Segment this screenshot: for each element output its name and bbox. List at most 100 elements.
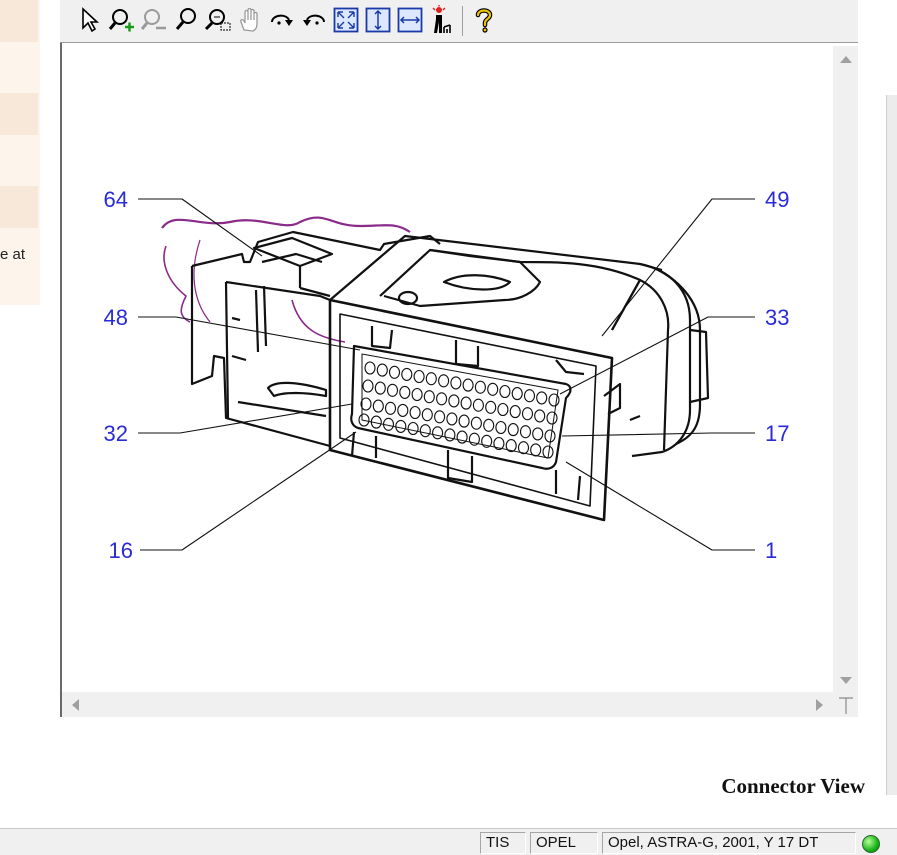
left-panel-text: e at [0, 246, 26, 263]
connector-pin [411, 387, 423, 402]
connector-pin [421, 408, 433, 422]
connector-pin [436, 392, 448, 406]
connector-pin [470, 416, 482, 430]
connector-pin [458, 414, 470, 428]
drawing-caption: Connector View [721, 774, 865, 798]
rotate-counterclockwise-icon[interactable] [300, 4, 328, 36]
connector-pin [460, 396, 472, 410]
connector-pin [399, 385, 411, 399]
connector-pin [448, 394, 460, 408]
fit-height-icon[interactable] [364, 4, 392, 36]
connector-pin [395, 419, 407, 433]
help-icon[interactable] [470, 4, 498, 36]
left-panel-row [0, 93, 38, 135]
connector-pin [438, 374, 450, 388]
connector-pin [534, 409, 546, 423]
status-led-icon [862, 835, 880, 853]
connector-pin [511, 387, 523, 401]
status-cell-make: OPEL [530, 832, 598, 854]
scrollbar-corner [833, 694, 858, 717]
scroll-right-icon[interactable] [811, 695, 829, 714]
scroll-up-icon[interactable] [836, 50, 855, 68]
viewer-toolbar [60, 0, 858, 43]
status-cell-system: TIS [480, 832, 526, 854]
connector-pin [521, 407, 534, 421]
connector-pin [419, 424, 431, 438]
connector-pin [456, 430, 468, 444]
connector-pin [474, 380, 486, 394]
outer-scrollbar-track[interactable] [886, 95, 897, 795]
connector-pin [509, 405, 521, 419]
connector-pin [432, 426, 444, 440]
connector-pin [386, 383, 399, 397]
status-bar: TIS OPEL Opel, ASTRA-G, 2001, Y 17 DT [0, 828, 897, 855]
pin-label-33: 33 [765, 305, 789, 330]
pin-label-16: 16 [109, 538, 133, 563]
scroll-down-icon[interactable] [836, 672, 855, 690]
connector-pin [530, 443, 542, 457]
connector-pin [523, 389, 536, 403]
highlight-icon[interactable] [428, 4, 456, 36]
connector-pin [497, 402, 509, 417]
connector-pin [532, 427, 544, 441]
connector-pin [446, 412, 458, 426]
horizontal-scrollbar[interactable] [62, 692, 833, 717]
connector-pin [423, 390, 435, 404]
pin-label-1: 1 [765, 538, 777, 563]
fit-width-icon[interactable] [396, 4, 424, 36]
connector-pin [409, 405, 421, 420]
connector-pin [485, 400, 497, 414]
zoom-area-icon[interactable] [204, 4, 232, 36]
connector-pin [376, 363, 388, 377]
pin-label-48: 48 [104, 305, 128, 330]
connector-pin [472, 398, 484, 412]
connector-pin [401, 367, 413, 381]
connector-pin [397, 403, 409, 417]
connector-drawing: 64 48 32 16 49 33 17 1 [104, 187, 790, 563]
fit-page-icon[interactable] [332, 4, 360, 36]
connector-pin [507, 423, 519, 437]
connector-pin [519, 425, 532, 439]
zoom-icon[interactable] [172, 4, 200, 36]
left-panel: e at [0, 0, 40, 305]
connector-pin [544, 429, 556, 443]
connector-pin [483, 418, 495, 432]
connector-pin [462, 378, 474, 392]
connector-pin [425, 372, 437, 386]
rotate-clockwise-icon[interactable] [268, 4, 296, 36]
zoom-out-icon[interactable] [140, 4, 168, 36]
connector-pin [434, 410, 446, 424]
left-panel-row [0, 186, 38, 228]
connector-pin [548, 393, 560, 407]
connector-pin [362, 379, 374, 393]
pin-label-64: 64 [104, 187, 128, 212]
connector-pin [499, 384, 511, 399]
pin-label-49: 49 [765, 187, 789, 212]
connector-pin [495, 420, 507, 435]
connector-pin [517, 441, 530, 455]
outer-scrollbar[interactable] [884, 0, 897, 828]
connector-pin [374, 381, 386, 395]
connector-pin [444, 428, 456, 442]
connector-pin [384, 401, 397, 415]
select-arrow-icon[interactable] [76, 4, 104, 36]
left-panel-row [0, 0, 38, 42]
connector-pin [487, 382, 499, 396]
zoom-in-icon[interactable] [108, 4, 136, 36]
connector-pin [364, 361, 376, 375]
connector-pin [372, 399, 384, 413]
connector-pin [450, 376, 462, 390]
vertical-scrollbar[interactable] [833, 46, 858, 694]
connector-pin [536, 391, 548, 405]
drawing-viewer[interactable]: 64 48 32 16 49 33 17 1 [60, 43, 858, 717]
connector-pin [388, 365, 401, 379]
connector-pin [407, 421, 419, 436]
scroll-left-icon[interactable] [66, 695, 84, 714]
connector-pin [413, 369, 425, 384]
pan-hand-icon[interactable] [236, 4, 264, 36]
pin-label-32: 32 [104, 421, 128, 446]
toolbar-separator [462, 6, 463, 36]
connector-pin [546, 411, 558, 425]
pin-label-17: 17 [765, 421, 789, 446]
status-cell-vehicle: Opel, ASTRA-G, 2001, Y 17 DT [602, 832, 856, 854]
